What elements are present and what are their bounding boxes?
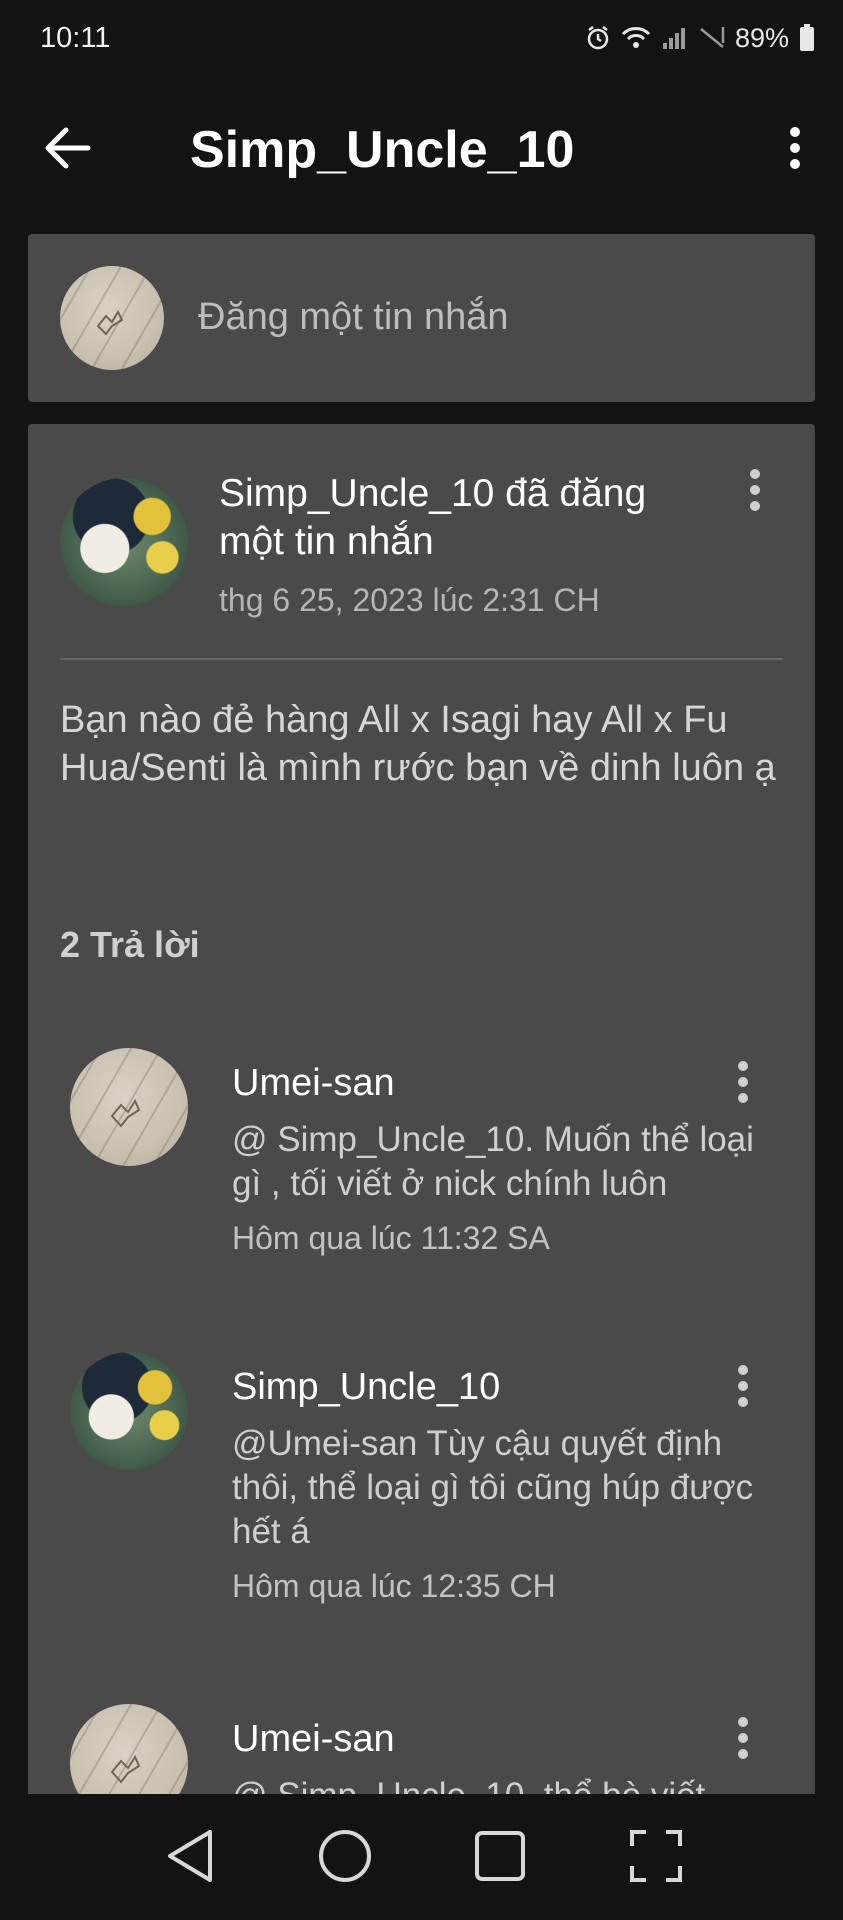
avatar (60, 266, 164, 370)
reply-item: Simp_Uncle_10 @Umei-san Tùy cậu quyết đị… (28, 1340, 815, 1630)
more-vert-icon (737, 1364, 749, 1413)
reply-time: Hôm qua lúc 12:35 CH (232, 1568, 556, 1604)
nav-screenshot-button[interactable] (618, 1820, 694, 1896)
alarm-icon (585, 25, 611, 51)
more-options-button[interactable] (767, 122, 823, 178)
navigation-bar (0, 1794, 843, 1920)
avatar[interactable] (60, 478, 188, 606)
reply-author[interactable]: Simp_Uncle_10 (232, 1366, 500, 1409)
replies-count: 2 Trả lời (60, 924, 200, 965)
compose-card[interactable]: Đăng một tin nhắn (28, 234, 815, 402)
recents-square-icon (473, 1829, 527, 1888)
post-header: Simp_Uncle_10 đã đăng một tin nhắn (219, 472, 647, 563)
nav-home-button[interactable] (307, 1820, 383, 1896)
status-time: 10:11 (40, 22, 111, 54)
divider (60, 658, 783, 660)
reply-time: Hôm qua lúc 11:32 SA (232, 1220, 550, 1256)
post-menu-button[interactable] (735, 464, 775, 520)
status-icons: 89% (585, 20, 815, 56)
more-vert-icon (789, 126, 801, 175)
reply-menu-button[interactable] (723, 1712, 763, 1768)
reply-author[interactable]: Umei-san (232, 1062, 395, 1105)
page-title: Simp_Uncle_10 (190, 121, 575, 179)
compose-placeholder: Đăng một tin nhắn (198, 296, 509, 338)
arrow-left-icon (44, 126, 92, 175)
nav-recents-button[interactable] (462, 1820, 538, 1896)
more-vert-icon (749, 468, 761, 517)
back-triangle-icon (164, 1828, 216, 1889)
avatar[interactable] (70, 1048, 188, 1166)
more-vert-icon (737, 1716, 749, 1765)
post-card: Simp_Uncle_10 đã đăng một tin nhắn thg 6… (28, 424, 815, 1920)
back-button[interactable] (40, 122, 96, 178)
battery-percent: 89% (734, 22, 789, 53)
status-bar: 10:11 89% (0, 0, 843, 80)
post-timestamp: thg 6 25, 2023 lúc 2:31 CH (219, 582, 600, 618)
signal-icon (661, 25, 689, 51)
reply-author[interactable]: Umei-san (232, 1718, 395, 1761)
wifi-icon (621, 24, 651, 52)
post-body: Bạn nào đẻ hàng All x Isagi hay All x Fu… (60, 699, 776, 789)
reply-text: @Umei-san Tùy cậu quyết định thôi, thể l… (232, 1424, 754, 1551)
reply-text: @ Simp_Uncle_10. Muốn thể loại gì , tối … (232, 1120, 754, 1203)
reply-menu-button[interactable] (723, 1360, 763, 1416)
battery-icon (799, 24, 815, 52)
more-vert-icon (737, 1060, 749, 1109)
reply-item: Umei-san @ Simp_Uncle_10. Muốn thể loại … (28, 1036, 815, 1276)
avatar[interactable] (70, 1352, 188, 1470)
screenshot-frame-icon (628, 1828, 684, 1889)
reply-menu-button[interactable] (723, 1056, 763, 1112)
app-bar: Simp_Uncle_10 (0, 100, 843, 200)
no-signal-icon (699, 25, 725, 51)
home-circle-icon (317, 1828, 373, 1889)
nav-back-button[interactable] (152, 1820, 228, 1896)
